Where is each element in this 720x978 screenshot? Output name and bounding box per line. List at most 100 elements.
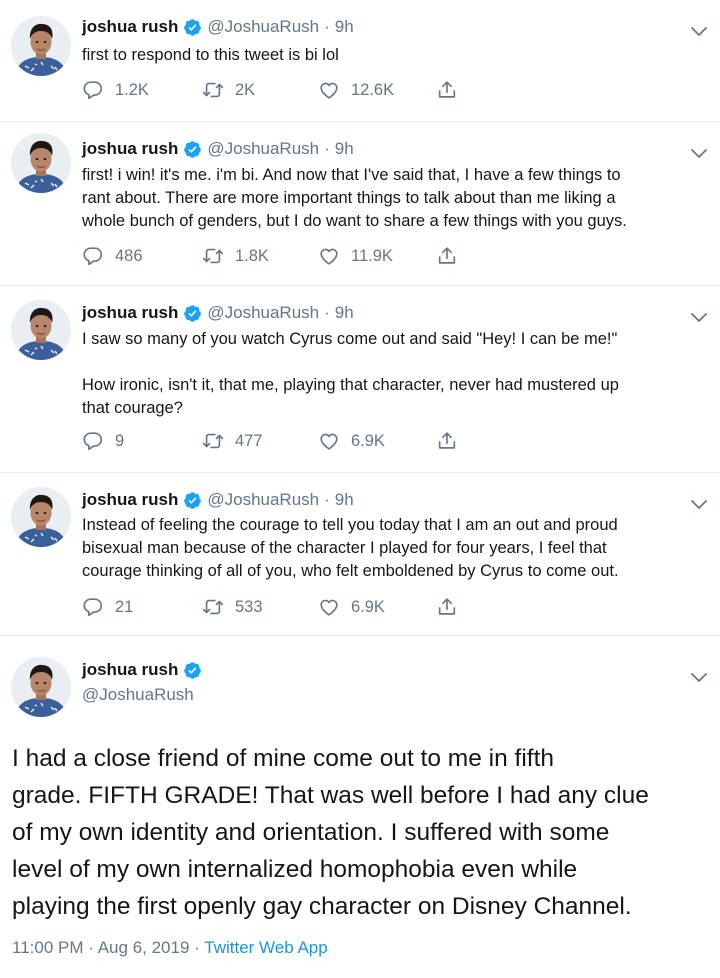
reply-icon xyxy=(82,596,104,618)
author-handle[interactable]: @JoshuaRush xyxy=(207,303,319,323)
like-button[interactable]: 11.9K xyxy=(318,244,393,268)
like-count: 11.9K xyxy=(351,246,393,265)
chevron-down-icon[interactable] xyxy=(690,672,708,684)
tweet-header: joshua rush @JoshuaRush · 9h xyxy=(82,14,354,40)
tweet-text-line: first to respond to this tweet is bi lol xyxy=(82,46,339,64)
tweet-text: Instead of feeling the courage to tell y… xyxy=(82,514,700,583)
author-block: joshua rush @JoshuaRush xyxy=(82,657,207,705)
reply-count: 21 xyxy=(115,597,134,616)
heart-icon xyxy=(318,596,340,618)
avatar[interactable] xyxy=(11,300,71,360)
author-name[interactable]: joshua rush xyxy=(82,139,178,159)
share-button[interactable] xyxy=(436,595,469,619)
tweet[interactable]: joshua rush @JoshuaRush · 9h first to re… xyxy=(0,0,720,122)
avatar[interactable] xyxy=(11,657,71,717)
timestamp[interactable]: 9h xyxy=(335,17,354,37)
share-button[interactable] xyxy=(436,429,469,453)
tweet-text: first to respond to this tweet is bi lol xyxy=(82,44,700,67)
reply-count: 9 xyxy=(115,431,125,450)
author-name[interactable]: joshua rush xyxy=(82,17,178,37)
heart-icon xyxy=(318,430,340,452)
retweet-button[interactable]: 2K xyxy=(202,78,255,102)
tweet-meta: 11:00 PM · Aug 6, 2019 · Twitter Web App xyxy=(12,938,328,958)
reply-button[interactable]: 486 xyxy=(82,244,143,268)
like-button[interactable]: 6.9K xyxy=(318,429,385,453)
author-name[interactable]: joshua rush xyxy=(82,490,178,510)
tweet-text-line: whole bunch of genders, but I do want to… xyxy=(82,212,627,230)
like-button[interactable]: 6.9K xyxy=(318,595,385,619)
reply-icon xyxy=(82,430,104,452)
tweet-actions: 1.2K 2K 12.6K xyxy=(82,78,502,102)
chevron-down-icon[interactable] xyxy=(690,148,708,160)
retweet-icon xyxy=(202,430,224,452)
verified-badge-icon xyxy=(183,661,202,680)
tweet-text-line: grade. FIFTH GRADE! That was well before… xyxy=(12,782,649,809)
retweet-button[interactable]: 477 xyxy=(202,429,263,453)
timestamp[interactable]: 9h xyxy=(335,490,354,510)
tweet-header: joshua rush @JoshuaRush · 9h xyxy=(82,136,354,162)
verified-badge-icon xyxy=(183,18,202,37)
author-handle[interactable]: @JoshuaRush xyxy=(207,139,319,159)
tweet[interactable]: joshua rush @JoshuaRush · 9h first! i wi… xyxy=(0,122,720,286)
retweet-icon xyxy=(202,245,224,267)
avatar[interactable] xyxy=(11,487,71,547)
tweet[interactable]: joshua rush @JoshuaRush · 9h Instead of … xyxy=(0,473,720,636)
retweet-button[interactable]: 1.8K xyxy=(202,244,269,268)
share-icon xyxy=(436,245,458,267)
avatar[interactable] xyxy=(11,133,71,193)
tweet-text-line: courage thinking of all of you, who felt… xyxy=(82,562,619,580)
chevron-down-icon[interactable] xyxy=(690,499,708,511)
reply-button[interactable]: 21 xyxy=(82,595,133,619)
source-link[interactable]: Twitter Web App xyxy=(204,938,327,957)
author-name[interactable]: joshua rush xyxy=(82,303,178,323)
heart-icon xyxy=(318,245,340,267)
main-tweet[interactable]: joshua rush @JoshuaRush I had a close fr… xyxy=(0,636,720,978)
timestamp[interactable]: 9h xyxy=(335,139,354,159)
separator: · xyxy=(324,303,330,322)
verified-badge-icon xyxy=(183,491,202,510)
tweet-text: first! i win! it's me. i'm bi. And now t… xyxy=(82,164,700,233)
tweet-header: joshua rush @JoshuaRush · 9h xyxy=(82,487,354,513)
tweet-text-line: first! i win! it's me. i'm bi. And now t… xyxy=(82,166,621,184)
author-handle[interactable]: @JoshuaRush xyxy=(207,490,319,510)
tweet-text-line: How ironic, isn't it, that me, playing t… xyxy=(82,376,619,394)
verified-badge-icon xyxy=(183,140,202,159)
chevron-down-icon[interactable] xyxy=(690,312,708,324)
share-icon xyxy=(436,430,458,452)
like-button[interactable]: 12.6K xyxy=(318,78,394,102)
tweet-text-line: level of my own internalized homophobia … xyxy=(12,856,578,883)
chevron-down-icon[interactable] xyxy=(690,26,708,38)
like-count: 6.9K xyxy=(351,431,385,450)
avatar[interactable] xyxy=(11,16,71,76)
tweet[interactable]: joshua rush @JoshuaRush · 9h I saw so ma… xyxy=(0,286,720,473)
author-handle[interactable]: @JoshuaRush xyxy=(207,17,319,37)
reply-icon xyxy=(82,79,104,101)
author-name[interactable]: joshua rush xyxy=(82,660,178,680)
verified-badge-icon xyxy=(183,304,202,323)
share-button[interactable] xyxy=(436,244,469,268)
heart-icon xyxy=(318,79,340,101)
separator: · xyxy=(324,139,330,158)
tweet-actions: 9 477 6.9K xyxy=(82,429,502,453)
post-time[interactable]: 11:00 PM xyxy=(12,938,84,957)
tweet-actions: 21 533 6.9K xyxy=(82,595,502,619)
reply-count: 1.2K xyxy=(115,80,149,99)
retweet-icon xyxy=(202,79,224,101)
tweet-text-line: I saw so many of you watch Cyrus come ou… xyxy=(82,330,618,348)
retweet-icon xyxy=(202,596,224,618)
tweet-text-line: I had a close friend of mine come out to… xyxy=(12,745,555,772)
timestamp[interactable]: 9h xyxy=(335,303,354,323)
tweet-text: I saw so many of you watch Cyrus come ou… xyxy=(82,328,700,420)
retweet-button[interactable]: 533 xyxy=(202,595,263,619)
author-handle[interactable]: @JoshuaRush xyxy=(82,685,207,705)
post-date[interactable]: Aug 6, 2019 xyxy=(98,938,190,957)
like-count: 12.6K xyxy=(351,80,395,99)
separator: · xyxy=(324,17,330,36)
reply-button[interactable]: 9 xyxy=(82,429,124,453)
tweet-text-line: playing the first openly gay character o… xyxy=(12,893,632,920)
tweet-text-line: Instead of feeling the courage to tell y… xyxy=(82,516,618,534)
reply-button[interactable]: 1.2K xyxy=(82,78,149,102)
separator: · xyxy=(88,938,94,957)
share-button[interactable] xyxy=(436,78,469,102)
